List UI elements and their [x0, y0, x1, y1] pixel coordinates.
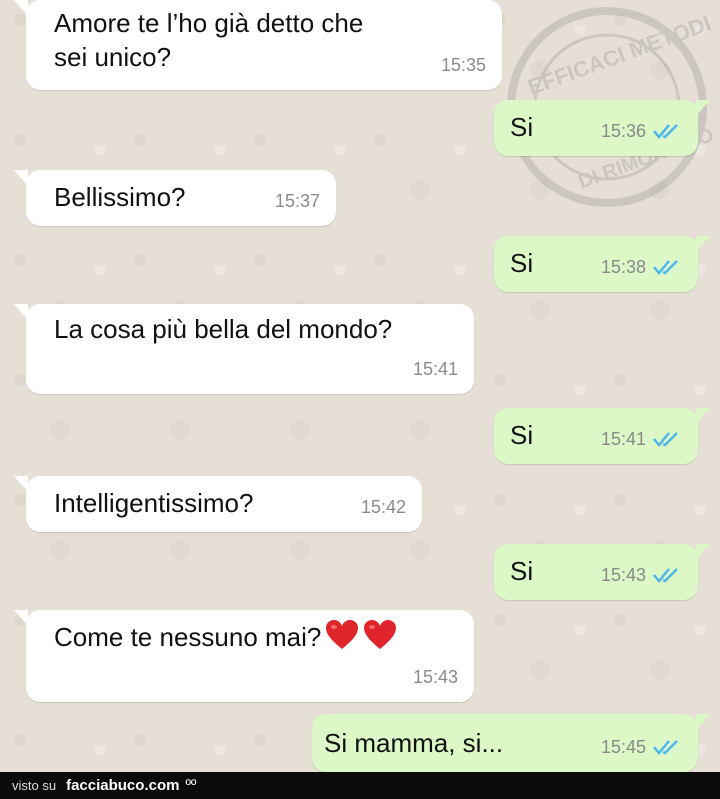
- message-outgoing[interactable]: Si 15:41: [494, 408, 710, 464]
- message-time: 15:45: [600, 737, 646, 757]
- read-ticks-icon: [653, 124, 678, 139]
- message-incoming[interactable]: La cosa più bella del mondo? 15:41: [14, 304, 474, 394]
- watermark-line1: EFFICACI METODI: [525, 10, 715, 99]
- message-text: Bellissimo?: [54, 182, 186, 212]
- message-time: 15:42: [360, 497, 406, 517]
- message-outgoing[interactable]: Si 15:36: [494, 100, 710, 156]
- message-text: Si: [510, 556, 534, 586]
- heart-emoji: [364, 620, 397, 649]
- message-outgoing[interactable]: Si mamma, si... 15:45: [312, 714, 710, 772]
- message-text: La cosa più bella del mondo?: [54, 314, 393, 344]
- message-incoming[interactable]: Amore te l’ho già detto che sei unico? 1…: [14, 0, 502, 90]
- footer-site-link[interactable]: facciabuco.com: [66, 777, 179, 794]
- source-footer: visto su facciabuco.com ºº: [0, 772, 720, 799]
- footer-face-icon: ºº: [185, 777, 197, 794]
- message-time: 15:43: [412, 667, 458, 687]
- message-text-line2: sei unico?: [54, 42, 172, 72]
- heart-emoji: [326, 620, 359, 649]
- message-text: Intelligentissimo?: [54, 488, 254, 518]
- message-text-line1: Amore te l’ho già detto che: [54, 8, 364, 38]
- message-outgoing[interactable]: Si 15:43: [494, 544, 710, 600]
- read-ticks-icon: [653, 260, 678, 275]
- message-outgoing[interactable]: Si 15:38: [494, 236, 710, 292]
- message-text: Si: [510, 248, 534, 278]
- message-incoming[interactable]: Bellissimo? 15:37: [14, 170, 336, 226]
- message-time: 15:36: [600, 121, 646, 141]
- message-text: Si mamma, si...: [324, 728, 504, 758]
- message-time: 15:38: [600, 257, 646, 277]
- message-incoming[interactable]: Intelligentissimo? 15:42: [14, 476, 422, 532]
- read-ticks-icon: [653, 432, 678, 447]
- message-time: 15:43: [600, 565, 646, 585]
- message-text: Si: [510, 420, 534, 450]
- chat-area: EFFICACI METODI DI RIMORCHIO Amore te l’…: [0, 0, 720, 772]
- read-ticks-icon: [653, 740, 678, 755]
- read-ticks-icon: [653, 568, 678, 583]
- message-time: 15:35: [440, 55, 486, 75]
- message-time: 15:37: [274, 191, 320, 211]
- message-incoming[interactable]: Come te nessuno mai? 15:43: [14, 610, 474, 702]
- message-text: Come te nessuno mai?: [54, 622, 322, 652]
- footer-visto-label: visto su: [12, 778, 57, 793]
- message-time: 15:41: [412, 359, 458, 379]
- message-time: 15:41: [600, 429, 646, 449]
- message-text: Si: [510, 112, 534, 142]
